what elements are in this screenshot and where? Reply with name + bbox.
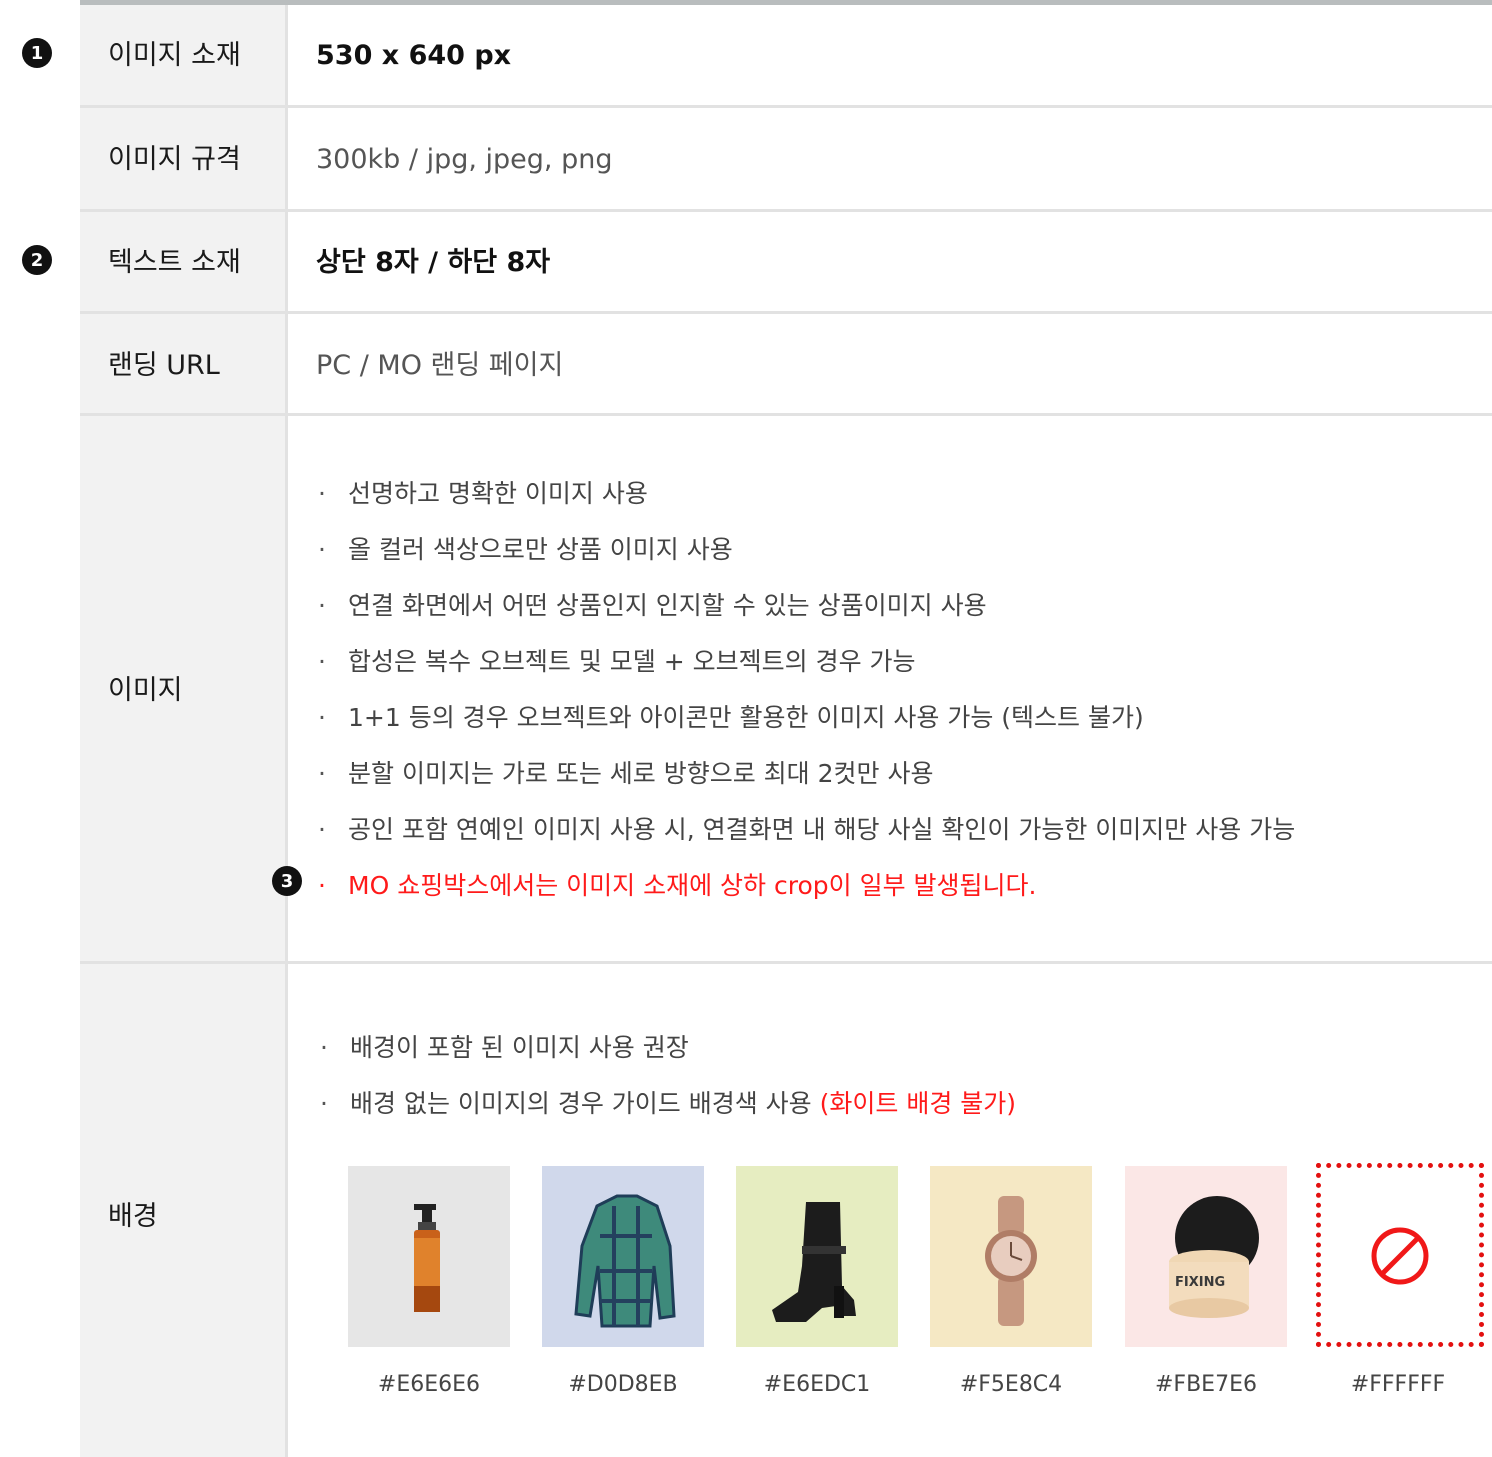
swatch-label: #E6E6E6 bbox=[377, 1372, 481, 1397]
swatch-gray bbox=[348, 1166, 510, 1347]
list-item: · 배경이 포함 된 이미지 사용 권장 bbox=[320, 1030, 1016, 1086]
bullet-dot: · bbox=[318, 591, 326, 620]
row-label-background: 배경 bbox=[108, 1201, 158, 1232]
row-value-landing-url: PC / MO 랜딩 페이지 bbox=[316, 350, 564, 381]
prohibited-icon bbox=[1371, 1227, 1429, 1285]
row-label-image-material: 이미지 소재 bbox=[108, 40, 241, 71]
swatch-label: #D0D8EB bbox=[568, 1372, 678, 1397]
list-item-text: 연결 화면에서 어떤 상품인지 인지할 수 있는 상품이미지 사용 bbox=[348, 591, 987, 620]
bullet-dot: · bbox=[318, 647, 326, 676]
bullet-dot: · bbox=[318, 479, 326, 508]
list-item-text: 올 컬러 색상으로만 상품 이미지 사용 bbox=[348, 535, 733, 564]
product-label-text: FIXING bbox=[1175, 1275, 1225, 1290]
list-item: · 합성은 복수 오브젝트 및 모델 + 오브젝트의 경우 가능 bbox=[318, 644, 1295, 700]
list-item: · 배경 없는 이미지의 경우 가이드 배경색 사용 (화이트 배경 불가) bbox=[320, 1086, 1016, 1142]
swatch-label: #FBE7E6 bbox=[1155, 1372, 1257, 1397]
row-label-image: 이미지 bbox=[108, 675, 183, 706]
bullet-dot: · bbox=[318, 871, 326, 900]
list-item-text: 합성은 복수 오브젝트 및 모델 + 오브젝트의 경우 가능 bbox=[348, 647, 916, 676]
row-divider bbox=[80, 105, 1492, 108]
oil-bottle-icon bbox=[414, 1204, 440, 1312]
boot-icon bbox=[772, 1202, 856, 1322]
marker-3-badge: 3 bbox=[272, 866, 302, 896]
row-label-text-material: 텍스트 소재 bbox=[108, 247, 241, 278]
list-item-text: 1+1 등의 경우 오브젝트와 아이콘만 활용한 이미지 사용 가능 (텍스트 … bbox=[348, 703, 1144, 732]
list-item: · 연결 화면에서 어떤 상품인지 인지할 수 있는 상품이미지 사용 bbox=[318, 588, 1295, 644]
list-item-text: 배경 없는 이미지의 경우 가이드 배경색 사용 bbox=[350, 1089, 812, 1118]
swatch-pink: FIXING bbox=[1125, 1166, 1287, 1347]
row-label-landing-url: 랜딩 URL bbox=[108, 350, 220, 381]
bullet-dot: · bbox=[320, 1089, 328, 1118]
background-guideline-list: · 배경이 포함 된 이미지 사용 권장 · 배경 없는 이미지의 경우 가이드 배… bbox=[320, 1030, 1016, 1142]
swatch-label: #E6EDC1 bbox=[763, 1372, 871, 1397]
row-divider bbox=[80, 961, 1492, 964]
list-item-text: 공인 포함 연예인 이미지 사용 시, 연결화면 내 해당 사실 확인이 가능한… bbox=[348, 815, 1296, 844]
no-white-note: (화이트 배경 불가) bbox=[819, 1089, 1017, 1118]
list-item: · 공인 포함 연예인 이미지 사용 시, 연결화면 내 해당 사실 확인이 가능… bbox=[318, 812, 1295, 868]
row-divider bbox=[80, 311, 1492, 314]
list-item-text: 분할 이미지는 가로 또는 세로 방향으로 최대 2컷만 사용 bbox=[348, 759, 934, 788]
marker-2-badge: 2 bbox=[22, 245, 52, 275]
swatch-yellow bbox=[930, 1166, 1092, 1347]
plaid-shirt-icon bbox=[574, 1194, 676, 1328]
bullet-dot: · bbox=[318, 703, 326, 732]
image-guideline-list: · 선명하고 명확한 이미지 사용 · 올 컬러 색상으로만 상품 이미지 사용 ·… bbox=[318, 476, 1295, 924]
bullet-dot: · bbox=[318, 759, 326, 788]
row-label-image-spec: 이미지 규격 bbox=[108, 144, 241, 175]
row-value-text-limit: 상단 8자 / 하단 8자 bbox=[316, 247, 551, 278]
row-divider bbox=[80, 413, 1492, 416]
column-divider bbox=[285, 5, 288, 1457]
row-value-image-spec: 300kb / jpg, jpeg, png bbox=[316, 144, 613, 175]
bullet-dot: · bbox=[318, 535, 326, 564]
bullet-dot: · bbox=[318, 815, 326, 844]
table-top-border bbox=[80, 0, 1492, 5]
cream-jar-icon: FIXING bbox=[1169, 1196, 1259, 1318]
watch-icon bbox=[985, 1196, 1037, 1326]
row-value-image-size: 530 x 640 px bbox=[316, 40, 512, 71]
marker-1-badge: 1 bbox=[22, 38, 52, 68]
warning-text: MO 쇼핑박스에서는 이미지 소재에 상하 crop이 일부 발생됩니다. bbox=[348, 871, 1037, 900]
label-column bbox=[80, 5, 285, 1457]
swatch-blue bbox=[542, 1166, 704, 1347]
swatch-label: #F5E8C4 bbox=[959, 1372, 1063, 1397]
list-item: · 선명하고 명확한 이미지 사용 bbox=[318, 476, 1295, 532]
row-divider bbox=[80, 209, 1492, 212]
list-item: · 올 컬러 색상으로만 상품 이미지 사용 bbox=[318, 532, 1295, 588]
swatch-label: #FFFFFF bbox=[1350, 1372, 1446, 1397]
warning-item: · MO 쇼핑박스에서는 이미지 소재에 상하 crop이 일부 발생됩니다. bbox=[318, 868, 1295, 924]
list-item: · 1+1 등의 경우 오브젝트와 아이콘만 활용한 이미지 사용 가능 (텍스트… bbox=[318, 700, 1295, 756]
list-item: · 분할 이미지는 가로 또는 세로 방향으로 최대 2컷만 사용 bbox=[318, 756, 1295, 812]
list-item-text: 배경이 포함 된 이미지 사용 권장 bbox=[350, 1033, 689, 1062]
swatch-green bbox=[736, 1166, 898, 1347]
list-item-text: 선명하고 명확한 이미지 사용 bbox=[348, 479, 648, 508]
swatch-white-invalid bbox=[1316, 1163, 1484, 1347]
bullet-dot: · bbox=[320, 1033, 328, 1062]
